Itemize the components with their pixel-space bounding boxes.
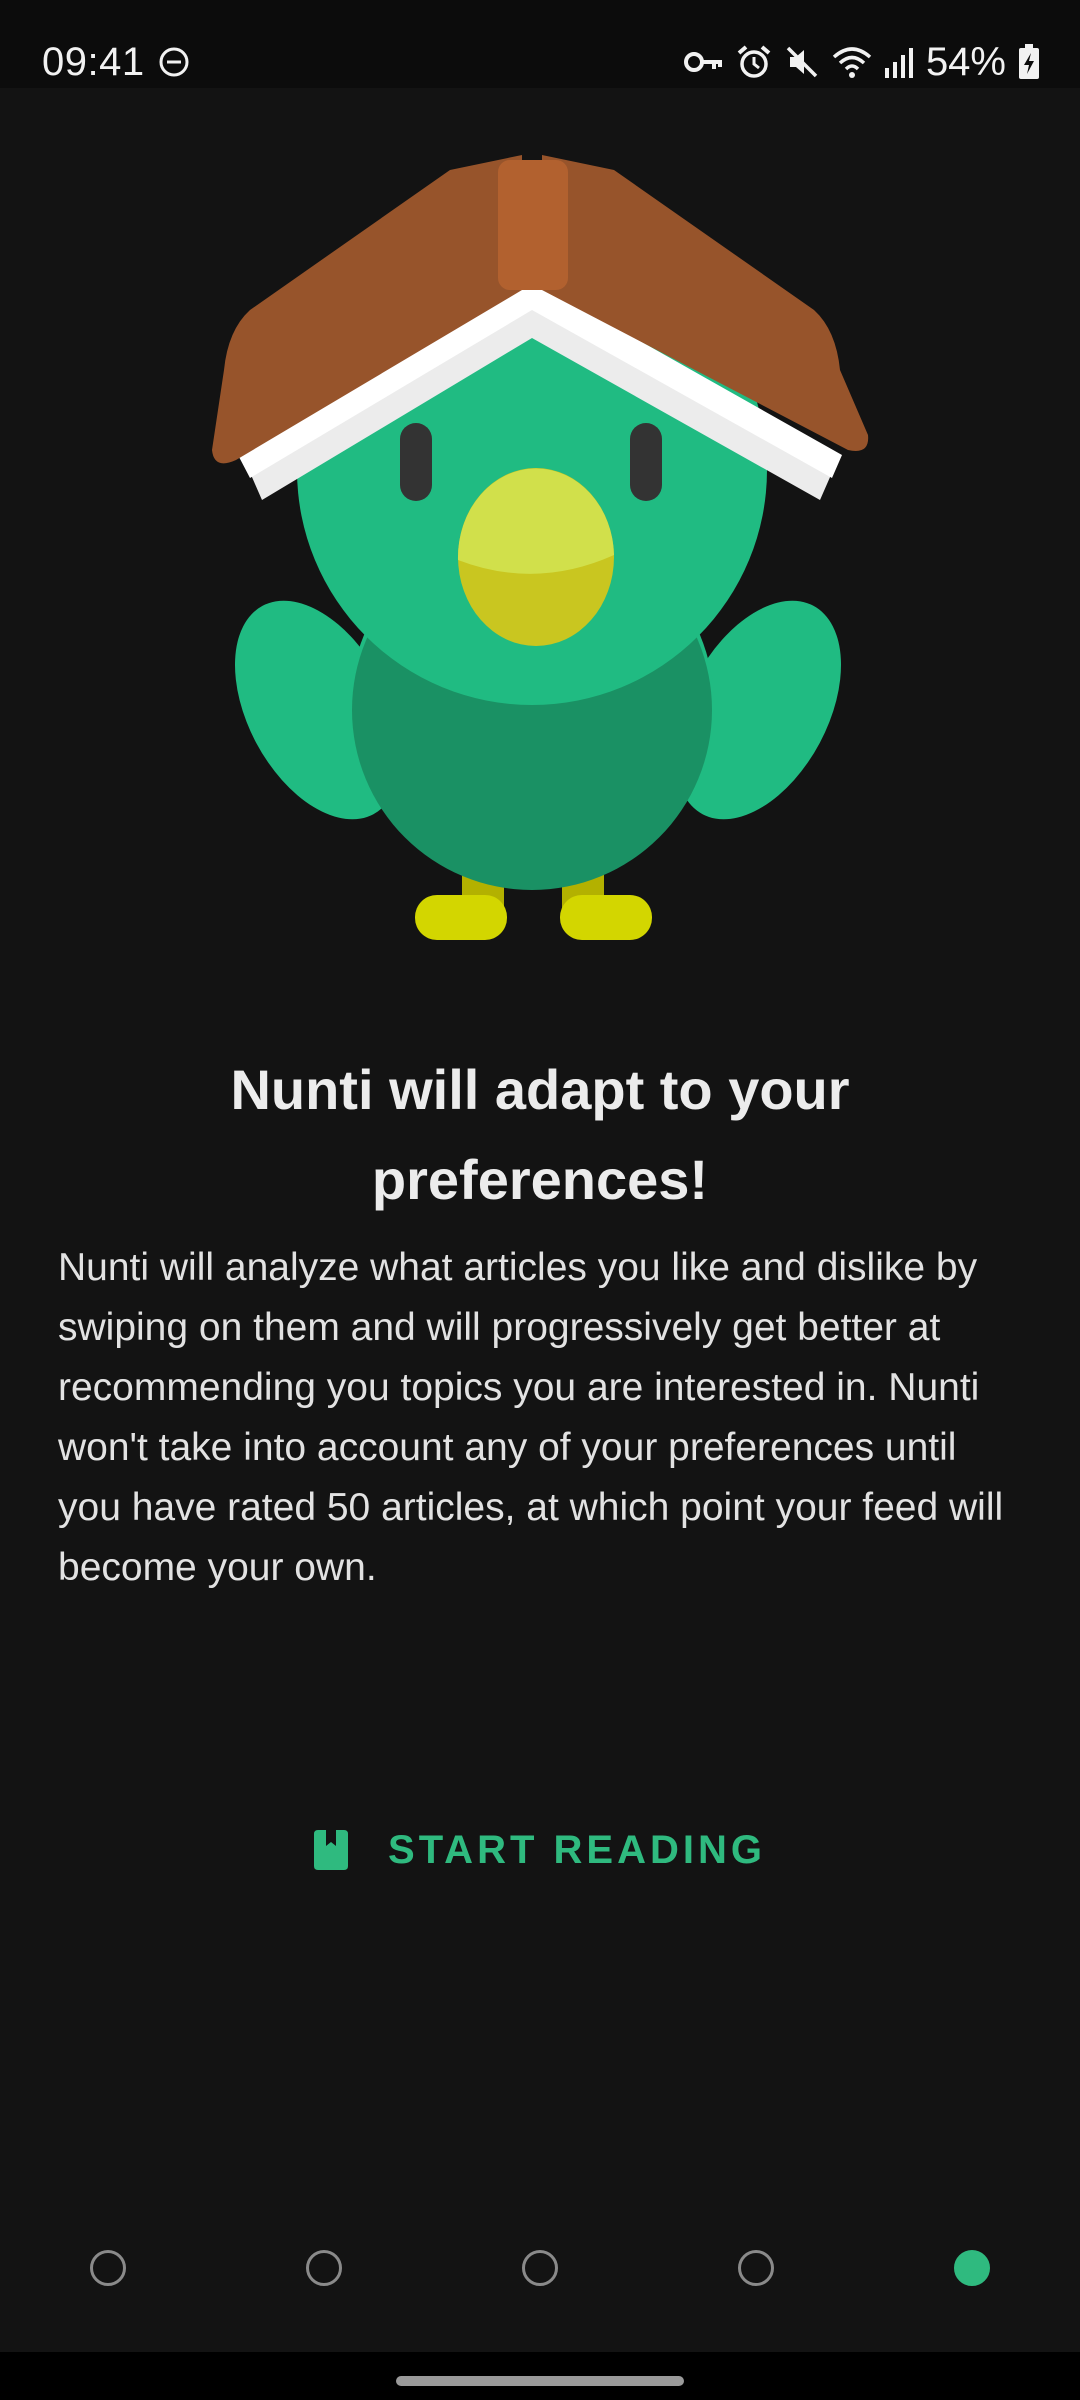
system-nav-bar [0,2352,1080,2400]
alarm-icon [737,45,771,78]
right-eye [630,423,662,501]
onboarding-description: Nunti will analyze what articles you lik… [58,1246,1004,1589]
mute-icon [786,46,818,78]
wifi-icon [832,47,872,78]
start-reading-label: START READING [388,1827,766,1872]
status-bar: 09:41 54% [0,0,1080,88]
right-foot [560,895,652,940]
bird-reading-book-illustration [212,155,869,940]
start-reading-button[interactable]: START READING [290,1800,790,1900]
page-dot-4[interactable] [738,2250,774,2286]
left-foot [415,895,507,940]
book-icon [314,1830,349,1870]
vpn-key-icon [683,52,722,72]
onboarding-screen: 09:41 54% Nunti will adapt to your prefe… [0,0,1080,2400]
page-dot-3[interactable] [522,2250,558,2286]
page-dot-5-active[interactable] [954,2250,990,2286]
dnd-icon [159,47,189,77]
battery-percentage: 54% [925,40,1006,84]
home-gesture-handle[interactable] [396,2376,684,2386]
signal-icon [884,48,913,78]
page-indicator [0,2250,1080,2290]
battery-charging-icon [1019,44,1039,79]
page-dot-2[interactable] [306,2250,342,2286]
status-time: 09:41 [42,40,145,84]
page-dot-1[interactable] [90,2250,126,2286]
left-eye [400,423,432,501]
onboarding-title: Nunti will adapt to your preferences! [230,1058,850,1211]
book-spine [498,160,568,290]
status-icons: 54% [683,38,1040,86]
